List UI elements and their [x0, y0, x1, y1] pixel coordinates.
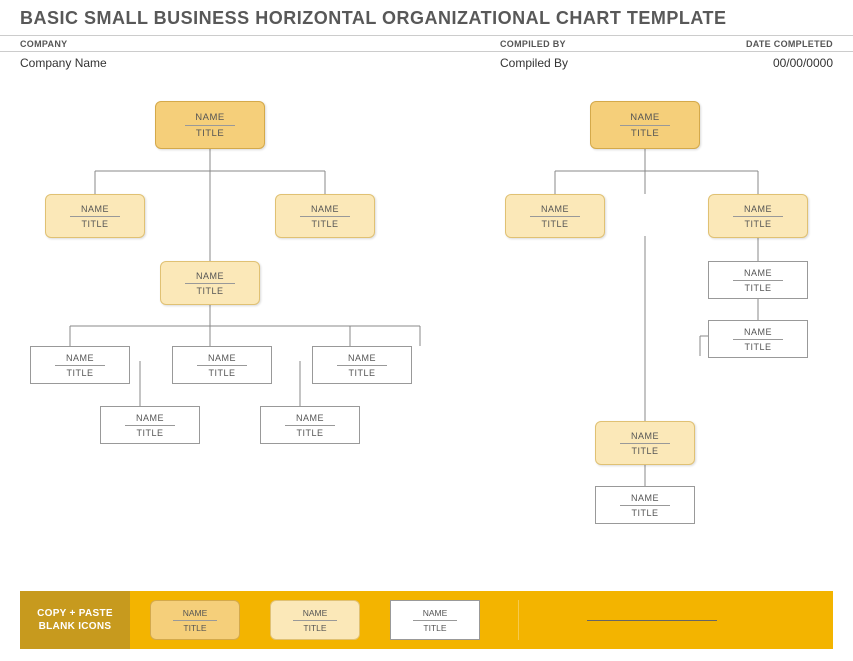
- node-name: NAME: [195, 112, 224, 123]
- org-node-left-child-2[interactable]: NAME TITLE: [275, 194, 375, 238]
- node-name: NAME: [303, 608, 328, 618]
- node-name: NAME: [81, 204, 109, 214]
- org-node-left-leaf-4[interactable]: NAME TITLE: [100, 406, 200, 444]
- node-divider: [733, 216, 783, 217]
- node-divider: [733, 339, 783, 340]
- node-divider: [285, 425, 335, 426]
- footer-label-line1: COPY + PASTE: [20, 607, 130, 620]
- node-title: TITLE: [744, 219, 771, 229]
- node-title: TITLE: [631, 508, 658, 518]
- node-name: NAME: [183, 608, 208, 618]
- node-title: TITLE: [196, 286, 223, 296]
- node-divider: [620, 443, 670, 444]
- node-divider: [733, 280, 783, 281]
- palette-node-white[interactable]: NAME TITLE: [390, 600, 480, 640]
- node-name: NAME: [631, 431, 659, 441]
- footer-palette: COPY + PASTE BLANK ICONS NAME TITLE NAME…: [20, 591, 833, 649]
- node-name: NAME: [296, 413, 324, 423]
- node-name: NAME: [348, 353, 376, 363]
- header-values-row: Company Name Compiled By 00/00/0000: [0, 52, 853, 76]
- node-title: TITLE: [296, 428, 323, 438]
- node-name: NAME: [744, 268, 772, 278]
- node-name: NAME: [311, 204, 339, 214]
- node-name: NAME: [423, 608, 448, 618]
- date-value[interactable]: 00/00/0000: [720, 52, 853, 72]
- palette-node-gold-light[interactable]: NAME TITLE: [270, 600, 360, 640]
- org-node-right-child-2[interactable]: NAME TITLE: [708, 194, 808, 238]
- org-chart-canvas[interactable]: NAME TITLE NAME TITLE NAME TITLE NAME TI…: [0, 76, 853, 568]
- node-title: TITLE: [744, 283, 771, 293]
- node-divider: [620, 125, 670, 126]
- node-title: TITLE: [136, 428, 163, 438]
- node-name: NAME: [744, 327, 772, 337]
- palette-connector-line[interactable]: [587, 620, 717, 621]
- node-divider: [185, 125, 235, 126]
- org-node-right-root[interactable]: NAME TITLE: [590, 101, 700, 149]
- footer-icons-area: NAME TITLE NAME TITLE NAME TITLE: [130, 591, 833, 649]
- node-divider: [413, 620, 457, 621]
- compiled-value[interactable]: Compiled By: [480, 52, 720, 72]
- node-title: TITLE: [744, 342, 771, 352]
- org-node-right-sub-1[interactable]: NAME TITLE: [708, 261, 808, 299]
- node-divider: [70, 216, 120, 217]
- node-name: NAME: [744, 204, 772, 214]
- node-title: TITLE: [303, 623, 326, 633]
- node-title: TITLE: [541, 219, 568, 229]
- date-label: DATE COMPLETED: [720, 36, 853, 51]
- node-divider: [293, 620, 337, 621]
- page-title: BASIC SMALL BUSINESS HORIZONTAL ORGANIZA…: [0, 0, 853, 36]
- node-divider: [55, 365, 105, 366]
- node-title: TITLE: [631, 446, 658, 456]
- node-title: TITLE: [196, 128, 224, 139]
- org-node-left-leaf-1[interactable]: NAME TITLE: [30, 346, 130, 384]
- node-title: TITLE: [66, 368, 93, 378]
- node-divider: [185, 283, 235, 284]
- node-title: TITLE: [423, 623, 446, 633]
- node-divider: [620, 505, 670, 506]
- node-divider: [125, 425, 175, 426]
- org-node-right-mid[interactable]: NAME TITLE: [595, 421, 695, 465]
- company-value[interactable]: Company Name: [0, 52, 480, 72]
- node-divider: [197, 365, 247, 366]
- header-labels-row: COMPANY COMPILED BY DATE COMPLETED: [0, 36, 853, 52]
- node-title: TITLE: [81, 219, 108, 229]
- org-node-left-leaf-2[interactable]: NAME TITLE: [172, 346, 272, 384]
- node-title: TITLE: [631, 128, 659, 139]
- node-name: NAME: [631, 493, 659, 503]
- node-name: NAME: [541, 204, 569, 214]
- org-node-left-leaf-3[interactable]: NAME TITLE: [312, 346, 412, 384]
- node-divider: [530, 216, 580, 217]
- node-title: TITLE: [311, 219, 338, 229]
- node-title: TITLE: [208, 368, 235, 378]
- node-title: TITLE: [348, 368, 375, 378]
- footer-label-line2: BLANK ICONS: [20, 620, 130, 633]
- org-node-right-child-1[interactable]: NAME TITLE: [505, 194, 605, 238]
- footer-divider: [518, 600, 519, 640]
- node-name: NAME: [66, 353, 94, 363]
- org-node-left-leaf-5[interactable]: NAME TITLE: [260, 406, 360, 444]
- org-node-left-root[interactable]: NAME TITLE: [155, 101, 265, 149]
- node-divider: [300, 216, 350, 217]
- node-name: NAME: [136, 413, 164, 423]
- org-node-left-child-1[interactable]: NAME TITLE: [45, 194, 145, 238]
- node-name: NAME: [196, 271, 224, 281]
- footer-label: COPY + PASTE BLANK ICONS: [20, 591, 130, 649]
- node-name: NAME: [630, 112, 659, 123]
- org-node-left-mid[interactable]: NAME TITLE: [160, 261, 260, 305]
- org-node-right-leaf-1[interactable]: NAME TITLE: [595, 486, 695, 524]
- node-divider: [173, 620, 217, 621]
- node-name: NAME: [208, 353, 236, 363]
- compiled-label: COMPILED BY: [480, 36, 720, 51]
- node-divider: [337, 365, 387, 366]
- node-title: TITLE: [183, 623, 206, 633]
- palette-node-gold-dark[interactable]: NAME TITLE: [150, 600, 240, 640]
- company-label: COMPANY: [0, 36, 480, 51]
- org-node-right-sub-2[interactable]: NAME TITLE: [708, 320, 808, 358]
